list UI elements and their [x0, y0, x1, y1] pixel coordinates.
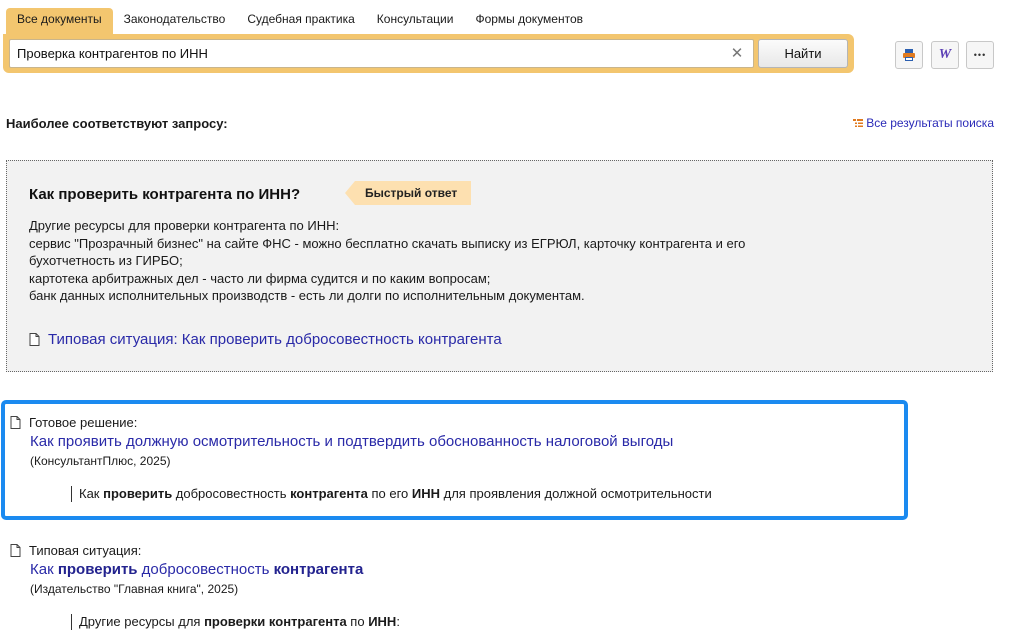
- search-tabs: Все документы Законодательство Судебная …: [6, 8, 594, 35]
- snippet-keyword: проверить: [103, 486, 173, 501]
- results-list-icon: [853, 119, 864, 127]
- snippet-text: по его: [367, 486, 412, 501]
- search-input[interactable]: [9, 39, 754, 68]
- quick-answer-line: картотека арбитражных дел - часто ли фир…: [29, 270, 491, 286]
- snippet-text: :: [396, 614, 400, 629]
- clear-icon[interactable]: ✕: [727, 44, 747, 64]
- quick-answer-line: Другие ресурсы для проверки контрагента …: [29, 218, 340, 233]
- quick-answer-link-label: Типовая ситуация: Как проверить добросов…: [48, 331, 502, 348]
- quick-answer-badge: Быстрый ответ: [344, 181, 472, 205]
- search-result: Типовая ситуация: Как проверить добросов…: [10, 543, 400, 630]
- all-results-label: Все результаты поиска: [866, 116, 994, 130]
- document-icon: [10, 544, 21, 557]
- snippet-keyword: контрагента: [268, 614, 347, 629]
- snippet-text: Другие ресурсы для: [79, 614, 205, 629]
- result-type-label: Типовая ситуация:: [29, 543, 142, 558]
- quick-answer-line: банк данных исполнительных производств -…: [29, 288, 585, 303]
- tab-legislation[interactable]: Законодательство: [113, 8, 237, 31]
- find-button[interactable]: Найти: [758, 39, 848, 68]
- quick-answer-title: Как проверить контрагента по ИНН?: [29, 186, 301, 203]
- best-matches-heading: Наиболее соответствуют запросу:: [6, 116, 228, 131]
- result-type: Типовая ситуация:: [10, 543, 400, 558]
- more-button[interactable]: •••: [966, 41, 994, 69]
- title-text: добросовестность: [137, 561, 274, 578]
- title-text: Как: [30, 561, 58, 578]
- quick-answer-text: Другие ресурсы для проверки контрагента …: [29, 217, 959, 305]
- tab-all-documents[interactable]: Все документы: [6, 8, 113, 35]
- all-results-link[interactable]: Все результаты поиска: [853, 116, 994, 130]
- tab-court-practice[interactable]: Судебная практика: [236, 8, 365, 31]
- result-snippet[interactable]: Другие ресурсы для проверки контрагента …: [71, 614, 400, 630]
- word-icon: W: [938, 47, 952, 62]
- result-source: (Издательство "Главная книга", 2025): [30, 582, 239, 596]
- snippet-keyword: контрагента: [290, 486, 368, 501]
- result-type: Готовое решение:: [10, 415, 712, 430]
- title-keyword: проверить: [57, 561, 138, 578]
- print-button[interactable]: [895, 41, 923, 69]
- snippet-keyword: ИНН: [368, 614, 397, 629]
- snippet-text: для проявления должной осмотрительности: [440, 486, 712, 501]
- word-export-button[interactable]: W: [931, 41, 959, 69]
- search-result: Готовое решение: Как проявить должную ос…: [10, 415, 712, 502]
- quick-answer-line: сервис "Прозрачный бизнес" на сайте ФНС …: [29, 235, 746, 251]
- quick-answer-link[interactable]: Типовая ситуация: Как проверить добросов…: [29, 331, 502, 348]
- search-bar: ✕ Найти: [3, 34, 854, 73]
- result-source: (КонсультантПлюс, 2025): [30, 454, 171, 468]
- tab-consultations[interactable]: Консультации: [366, 8, 465, 31]
- document-icon: [10, 416, 21, 429]
- result-title-link[interactable]: Как проверить добросовестность контраген…: [30, 561, 400, 578]
- result-type-label: Готовое решение:: [29, 415, 138, 430]
- title-keyword: контрагента: [273, 561, 364, 578]
- snippet-keyword: проверки: [204, 614, 266, 629]
- quick-answer-line: бухотчетность из ГИРБО;: [29, 253, 183, 268]
- snippet-text: по: [346, 614, 369, 629]
- snippet-text: добросовестность: [172, 486, 291, 501]
- tab-document-forms[interactable]: Формы документов: [464, 8, 594, 31]
- snippet-keyword: ИНН: [411, 486, 441, 501]
- result-title-link[interactable]: Как проявить должную осмотрительность и …: [30, 433, 712, 450]
- quick-answer-box: Как проверить контрагента по ИНН? Быстры…: [6, 160, 993, 372]
- result-snippet[interactable]: Как проверить добросовестность контраген…: [71, 486, 712, 502]
- snippet-text: Как: [79, 486, 104, 501]
- document-icon: [29, 333, 40, 346]
- printer-icon: [903, 49, 915, 61]
- more-icon: •••: [973, 50, 987, 60]
